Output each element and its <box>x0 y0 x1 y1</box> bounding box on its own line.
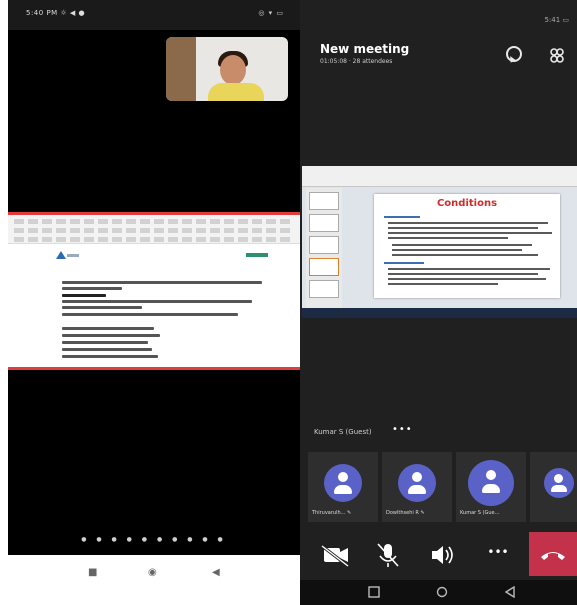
document-text-line <box>62 287 122 290</box>
slide-text-line <box>388 283 498 285</box>
back-icon[interactable] <box>504 586 516 598</box>
participant-avatar-icon <box>398 464 436 502</box>
speaker-icon[interactable] <box>416 532 468 578</box>
slide-text-line <box>384 262 424 264</box>
slide-thumbnail <box>309 214 339 232</box>
shared-taskbar <box>302 308 577 318</box>
self-video-preview[interactable] <box>166 37 288 101</box>
presentation-ribbon <box>302 166 577 187</box>
participant-avatar-icon <box>324 464 362 502</box>
participant-tile[interactable]: Dowlthsehi R ✎ <box>382 452 452 522</box>
document-logo-right <box>246 253 268 257</box>
slide-text-line <box>388 268 550 270</box>
ribbon-row <box>14 237 294 242</box>
home-icon[interactable] <box>436 586 448 598</box>
recent-apps-icon[interactable] <box>368 586 380 598</box>
document-text-line <box>62 355 158 358</box>
participant-tile[interactable]: Thiruvarulh... ✎ <box>308 452 378 522</box>
home-button[interactable]: ◉ <box>148 567 157 578</box>
right-phone-screen: 5:41 ▭ New meeting 01:05:08 · 28 attende… <box>300 0 577 605</box>
camera-off-icon[interactable] <box>310 532 362 578</box>
left-shared-document[interactable] <box>8 212 300 370</box>
participants-icon[interactable] <box>548 46 566 64</box>
slide-text-line <box>388 227 538 229</box>
slide-thumbnail <box>309 280 339 298</box>
presenter-more-button[interactable]: ••• <box>392 424 413 435</box>
slide-text-line <box>388 232 552 234</box>
ribbon-row <box>14 219 294 224</box>
participant-tile[interactable]: Kumar S (Gue... <box>456 452 526 522</box>
slide-text-line <box>384 216 420 218</box>
right-status-bar: 5:41 ▭ <box>544 16 569 24</box>
left-call-screen: ● ● ● ● ● ● ● ● ● ● <box>8 30 300 555</box>
document-text-line <box>62 300 252 303</box>
left-status-icons: ◎ ▾ ▭ <box>258 9 284 17</box>
pip-background <box>166 37 196 101</box>
document-text-line <box>62 341 148 344</box>
document-text-line <box>62 327 154 330</box>
participant-avatar-icon <box>468 460 514 506</box>
pip-person-face <box>220 55 246 85</box>
left-android-navbar: ■ ◉ ◀ <box>8 555 300 605</box>
left-status-bar: 5:40 PM ☼ ◀ ● ◎ ▾ ▭ <box>8 0 300 30</box>
document-text-line <box>62 313 238 316</box>
pagination-dots[interactable]: ● ● ● ● ● ● ● ● ● ● <box>8 536 300 543</box>
slide-text-line <box>388 278 546 280</box>
participant-name: Dowlthsehi R ✎ <box>386 510 425 516</box>
slide-text-line <box>388 273 538 275</box>
document-logo-left <box>56 251 79 259</box>
participant-name: Thiruvarulh... ✎ <box>312 510 352 516</box>
left-phone-screen: 5:40 PM ☼ ◀ ● ◎ ▾ ▭ ● ● ● ● ● ● ● ● ● ● … <box>8 0 300 605</box>
document-text-line <box>62 281 262 284</box>
hang-up-icon[interactable] <box>529 532 577 576</box>
recent-apps-button[interactable]: ■ <box>88 567 97 578</box>
current-slide: Conditions <box>374 194 560 298</box>
shared-screen-presentation[interactable]: Conditions <box>302 166 577 318</box>
more-options-button[interactable]: ••• <box>472 545 524 559</box>
document-page <box>52 247 272 365</box>
slide-thumbnail <box>309 236 339 254</box>
ribbon-row <box>14 228 294 233</box>
participant-tile[interactable] <box>530 452 577 522</box>
pip-person-body <box>208 83 264 101</box>
meeting-duration-attendees: 01:05:08 · 28 attendees <box>320 58 393 65</box>
back-button[interactable]: ◀ <box>212 567 220 578</box>
left-status-time: 5:40 PM ☼ ◀ ● <box>26 9 86 17</box>
document-text-line <box>62 294 106 297</box>
document-text-line <box>62 334 160 337</box>
document-text-line <box>62 348 152 351</box>
slide-text-line <box>392 254 538 256</box>
slide-title: Conditions <box>436 198 498 209</box>
document-text-line <box>62 306 142 309</box>
participant-avatar-icon <box>544 468 574 498</box>
right-android-navbar <box>300 580 577 605</box>
slide-text-line <box>388 237 508 239</box>
participant-name: Kumar S (Gue... <box>460 510 500 516</box>
slide-text-line <box>392 249 522 251</box>
mic-off-icon[interactable] <box>362 532 414 578</box>
presenter-label: Kumar S (Guest) <box>314 428 372 436</box>
slide-thumbnail <box>309 192 339 210</box>
document-ribbon <box>8 215 300 244</box>
slide-thumbnail-active <box>309 258 339 276</box>
slide-text-line <box>388 222 548 224</box>
slide-thumbnails-panel <box>306 188 342 312</box>
slide-text-line <box>392 244 532 246</box>
meeting-title: New meeting <box>320 42 410 56</box>
